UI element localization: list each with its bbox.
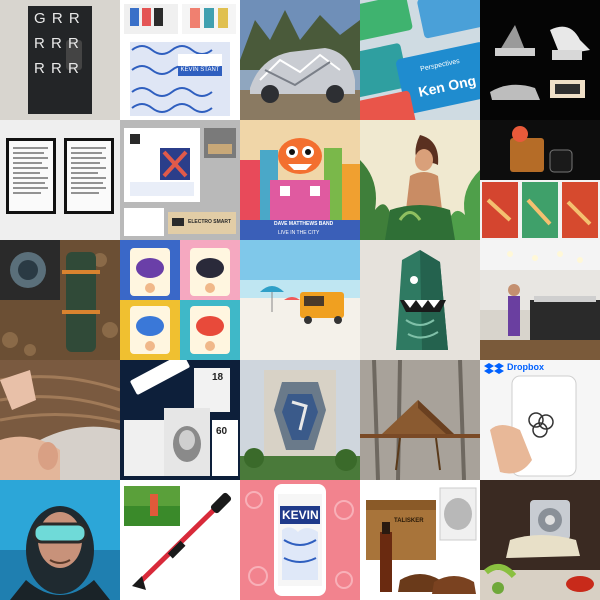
grid-tile[interactable]: Dropbox bbox=[480, 360, 600, 480]
grid-tile[interactable] bbox=[0, 360, 120, 480]
tile-image bbox=[360, 120, 480, 240]
grid-tile[interactable] bbox=[240, 360, 360, 480]
grid-tile[interactable]: ELECTRO SMART bbox=[120, 120, 240, 240]
tile-image bbox=[480, 360, 600, 480]
grid-tile[interactable] bbox=[120, 240, 240, 360]
tile-image bbox=[480, 480, 600, 600]
grid-tile[interactable]: 18 60 bbox=[120, 360, 240, 480]
box-line-1: G R R bbox=[34, 10, 81, 27]
grid-tile[interactable]: Perspectives Ken Ong bbox=[360, 0, 480, 120]
box-line-2: R R R bbox=[34, 35, 80, 52]
pack-number-1: 18 bbox=[212, 372, 224, 383]
tile-image bbox=[120, 240, 240, 360]
grid-tile[interactable]: KEVIN bbox=[240, 480, 360, 600]
dropbox-brand: Dropbox bbox=[507, 362, 544, 372]
tile-image bbox=[0, 240, 120, 360]
label-text: ELECTRO SMART bbox=[188, 219, 232, 225]
tile-image bbox=[120, 480, 240, 600]
grid-tile[interactable] bbox=[480, 120, 600, 240]
pack-number-2: 60 bbox=[216, 426, 228, 437]
grid-tile[interactable] bbox=[0, 240, 120, 360]
grid-tile[interactable] bbox=[120, 480, 240, 600]
tile-image bbox=[240, 240, 360, 360]
tile-image bbox=[480, 120, 600, 240]
grid-tile[interactable]: G R R R R R R R R bbox=[0, 0, 120, 120]
grid-tile[interactable]: KEVIN STANT bbox=[120, 0, 240, 120]
tile-image bbox=[0, 480, 120, 600]
grid-tile[interactable] bbox=[360, 120, 480, 240]
grid-tile[interactable] bbox=[360, 240, 480, 360]
tile-image bbox=[240, 480, 360, 600]
grid-tile[interactable] bbox=[240, 0, 360, 120]
grid-tile[interactable]: TALISKER bbox=[360, 480, 480, 600]
box-line-3: R R R bbox=[34, 60, 80, 77]
grid-tile[interactable] bbox=[480, 0, 600, 120]
tile-image bbox=[120, 0, 240, 120]
grid-tile[interactable] bbox=[240, 240, 360, 360]
card-text: KEVIN STANT bbox=[180, 67, 220, 73]
grid-tile[interactable] bbox=[480, 240, 600, 360]
grid-tile[interactable]: DAVE MATTHEWS BAND LIVE IN THE CITY bbox=[240, 120, 360, 240]
tile-image bbox=[0, 360, 120, 480]
app-title: KEVIN bbox=[282, 508, 319, 522]
tile-image bbox=[0, 120, 120, 240]
grid-tile[interactable] bbox=[480, 480, 600, 600]
tile-image bbox=[360, 360, 480, 480]
box-label: TALISKER bbox=[394, 518, 424, 524]
tile-image bbox=[240, 0, 360, 120]
tile-image bbox=[480, 240, 600, 360]
poster-subcaption: LIVE IN THE CITY bbox=[278, 230, 320, 236]
tile-image bbox=[480, 0, 600, 120]
poster-caption: DAVE MATTHEWS BAND bbox=[274, 221, 334, 227]
tile-image bbox=[360, 240, 480, 360]
tile-image bbox=[360, 480, 480, 600]
tile-image bbox=[360, 0, 480, 120]
grid-tile[interactable] bbox=[360, 360, 480, 480]
image-grid: G R R R R R R R R KEVIN STANT Perspectiv… bbox=[0, 0, 600, 600]
tile-image bbox=[240, 360, 360, 480]
grid-tile[interactable] bbox=[0, 480, 120, 600]
grid-tile[interactable] bbox=[0, 120, 120, 240]
